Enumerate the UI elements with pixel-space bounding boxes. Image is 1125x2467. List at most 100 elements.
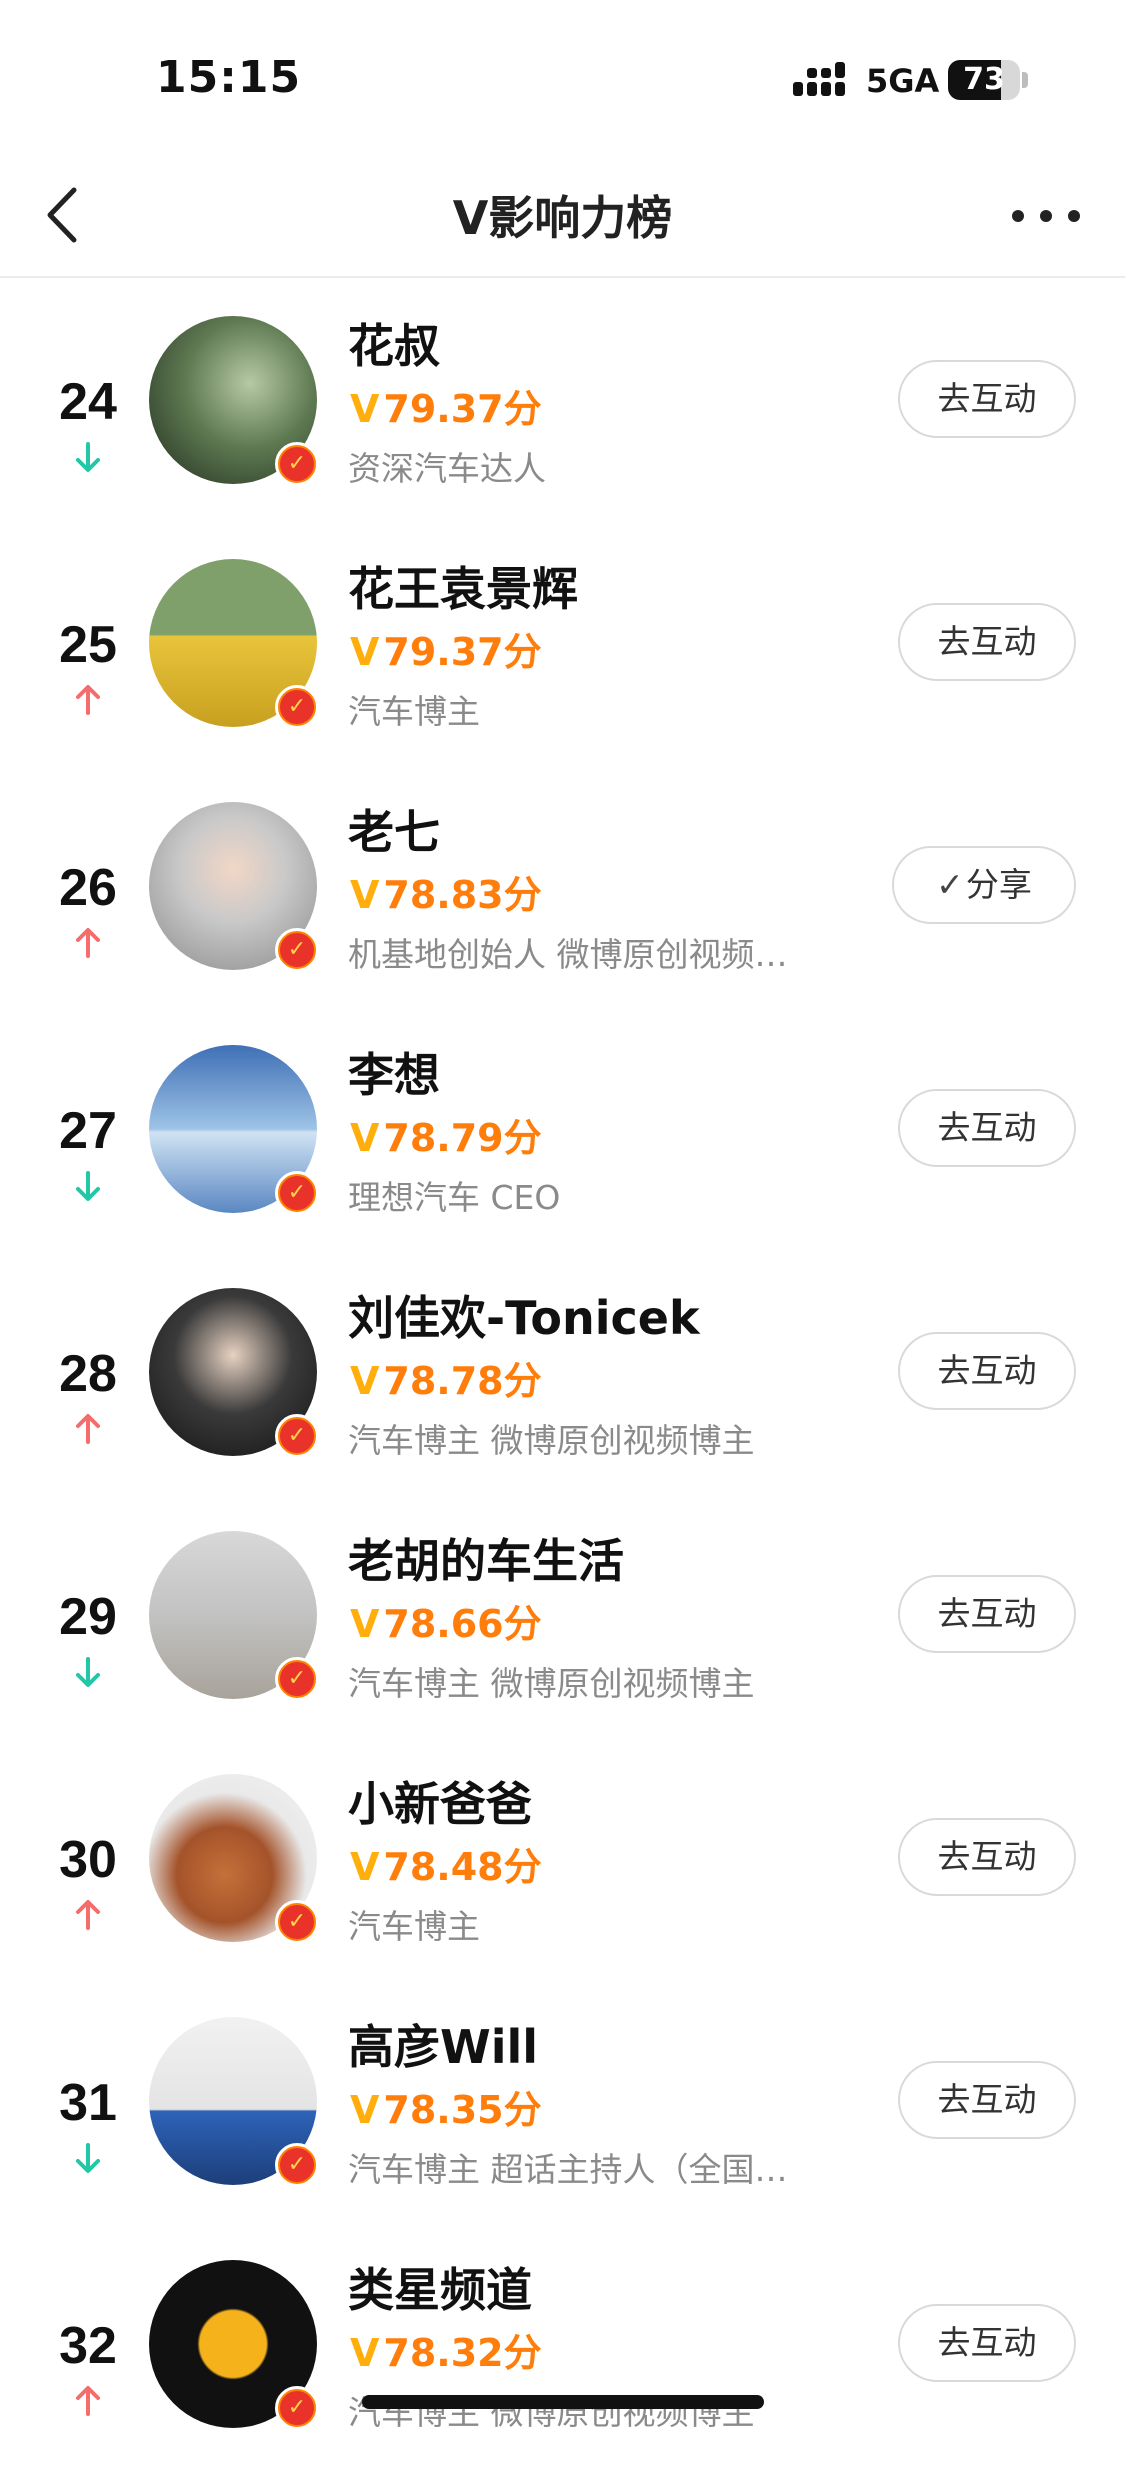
verified-v-icon: ✓ [280,690,314,724]
ranking-row[interactable]: 31 ✓ 高彦Will V 78.35分汽车博主 超话主持人（全国… 去互动 [0,1981,1125,2224]
interact-button[interactable]: 去互动 [898,1575,1076,1653]
rank-number: 25 [59,616,117,674]
ranking-row[interactable]: 32 ✓ 类星频道 V 78.32分 汽车博主 微博原创视频博主 去互动 [0,2224,1125,2467]
rank-number: 26 [59,859,117,917]
verified-badge-icon: ✓ [275,685,319,729]
v-score-icon: V [350,1116,380,1160]
action-button-label: 去互动 [937,622,1037,661]
influence-score: V 78.79分 [350,1107,542,1162]
user-name[interactable]: 老七 [348,796,440,862]
score-value: 78.32分 [383,2331,542,2375]
rank-number: 24 [59,373,117,431]
score-value: 78.78分 [383,1359,542,1403]
check-icon: ✓ [936,865,964,904]
trend-up-icon [76,1900,100,1930]
verified-badge-icon: ✓ [275,1171,319,1215]
interact-button[interactable]: 去互动 [898,1089,1076,1167]
influence-score: V 78.35分 [350,2079,542,2134]
action-button-label: 去互动 [937,1351,1037,1390]
interact-button[interactable]: 去互动 [898,2061,1076,2139]
verified-v-icon: ✓ [280,447,314,481]
verified-badge-icon: ✓ [275,2143,319,2187]
action-button-label: 去互动 [937,1594,1037,1633]
trend-down-icon [76,2143,100,2173]
ranking-list: 24 ✓ 花叔 V 79.37分 资深汽车达人 去互动 25 ✓ 花王袁景辉 V 79.37分 汽车博主… [0,280,1125,2467]
rank-number: 32 [59,2317,117,2375]
influence-score: V 79.37分 [350,621,542,676]
interact-button[interactable]: 去互动 [898,1818,1076,1896]
score-value: 79.37分 [383,387,542,431]
verified-badge-icon: ✓ [275,2386,319,2430]
v-score-icon: V [350,1845,380,1889]
action-button-label: 去互动 [937,2080,1037,2119]
share-button[interactable]: ✓分享 [892,846,1076,924]
trend-down-icon [76,442,100,472]
rank-number: 31 [59,2074,117,2132]
interact-button[interactable]: 去互动 [898,360,1076,438]
interact-button[interactable]: 去互动 [898,1332,1076,1410]
trend-up-icon [76,2386,100,2416]
verified-v-icon: ✓ [280,1176,314,1210]
battery-level: 73 [963,62,1005,97]
verified-v-icon: ✓ [280,933,314,967]
score-value: 78.83分 [383,873,542,917]
interact-button[interactable]: 去互动 [898,2304,1076,2382]
user-name[interactable]: 高彦Will [348,2011,538,2077]
user-name[interactable]: 类星频道 [348,2254,532,2320]
verified-badge-icon: ✓ [275,1900,319,1944]
ranking-row[interactable]: 24 ✓ 花叔 V 79.37分 资深汽车达人 去互动 [0,280,1125,523]
rank-number: 27 [59,1102,117,1160]
status-bar: 15:15 5GA 73 [0,0,1125,150]
verified-v-icon: ✓ [280,2148,314,2182]
ranking-row[interactable]: 25 ✓ 花王袁景辉 V 79.37分 汽车博主 去互动 [0,523,1125,766]
more-button[interactable] [1006,186,1086,246]
trend-down-icon [76,1171,100,1201]
verified-v-icon: ✓ [280,2391,314,2425]
interact-button[interactable]: 去互动 [898,603,1076,681]
influence-score: V 78.32分 [350,2322,542,2377]
ranking-row[interactable]: 26 ✓ 老七 V 78.83分 机基地创始人 微博原创视频… ✓分享 [0,766,1125,1009]
v-score-icon: V [350,1602,380,1646]
user-description: 汽车博主 [348,1907,480,1946]
user-name[interactable]: 老胡的车生活 [348,1525,624,1591]
network-type-label: 5GA [866,62,940,100]
user-name[interactable]: 刘佳欢-Tonicek [348,1282,700,1348]
ranking-row[interactable]: 29 ✓ 老胡的车生活 V 78.66分 汽车博主 微博原创视频博主 去互动 [0,1495,1125,1738]
status-time: 15:15 [156,52,302,103]
user-name[interactable]: 花王袁景辉 [348,553,578,619]
v-score-icon: V [350,630,380,674]
score-value: 79.37分 [383,630,542,674]
action-button-label: 去互动 [937,379,1037,418]
verified-v-icon: ✓ [280,1905,314,1939]
v-score-icon: V [350,873,380,917]
v-score-icon: V [350,387,380,431]
v-score-icon: V [350,2331,380,2375]
user-name[interactable]: 花叔 [348,310,440,376]
influence-score: V 79.37分 [350,378,542,433]
ranking-row[interactable]: 28 ✓ 刘佳欢-Tonicek V 78.78分 汽车博主 微博原创视频博主 去互动 [0,1252,1125,1495]
v-score-icon: V [350,1359,380,1403]
verified-badge-icon: ✓ [275,1657,319,1701]
user-name[interactable]: 小新爸爸 [348,1768,532,1834]
verified-v-icon: ✓ [280,1662,314,1696]
trend-up-icon [76,685,100,715]
ranking-row[interactable]: 27 ✓ 李想 V 78.79分 理想汽车 CEO 去互动 [0,1009,1125,1252]
action-button-label: 分享 [965,865,1032,904]
score-value: 78.35分 [383,2088,542,2132]
nav-bar: V影响力榜 [0,150,1125,278]
user-description: 资深汽车达人 [348,449,546,488]
score-value: 78.66分 [383,1602,542,1646]
action-button-label: 去互动 [937,2323,1037,2362]
user-description: 汽车博主 超话主持人（全国… [348,2150,788,2189]
score-value: 78.79分 [383,1116,542,1160]
trend-down-icon [76,1657,100,1687]
ranking-row[interactable]: 30 ✓ 小新爸爸 V 78.48分 汽车博主 去互动 [0,1738,1125,1981]
verified-v-icon: ✓ [280,1419,314,1453]
battery-tip [1022,72,1028,88]
user-name[interactable]: 李想 [348,1039,440,1105]
page-title: V影响力榜 [452,191,673,245]
verified-badge-icon: ✓ [275,1414,319,1458]
user-description: 汽车博主 [348,692,480,731]
more-dots-icon [1012,210,1080,222]
trend-up-icon [76,1414,100,1444]
